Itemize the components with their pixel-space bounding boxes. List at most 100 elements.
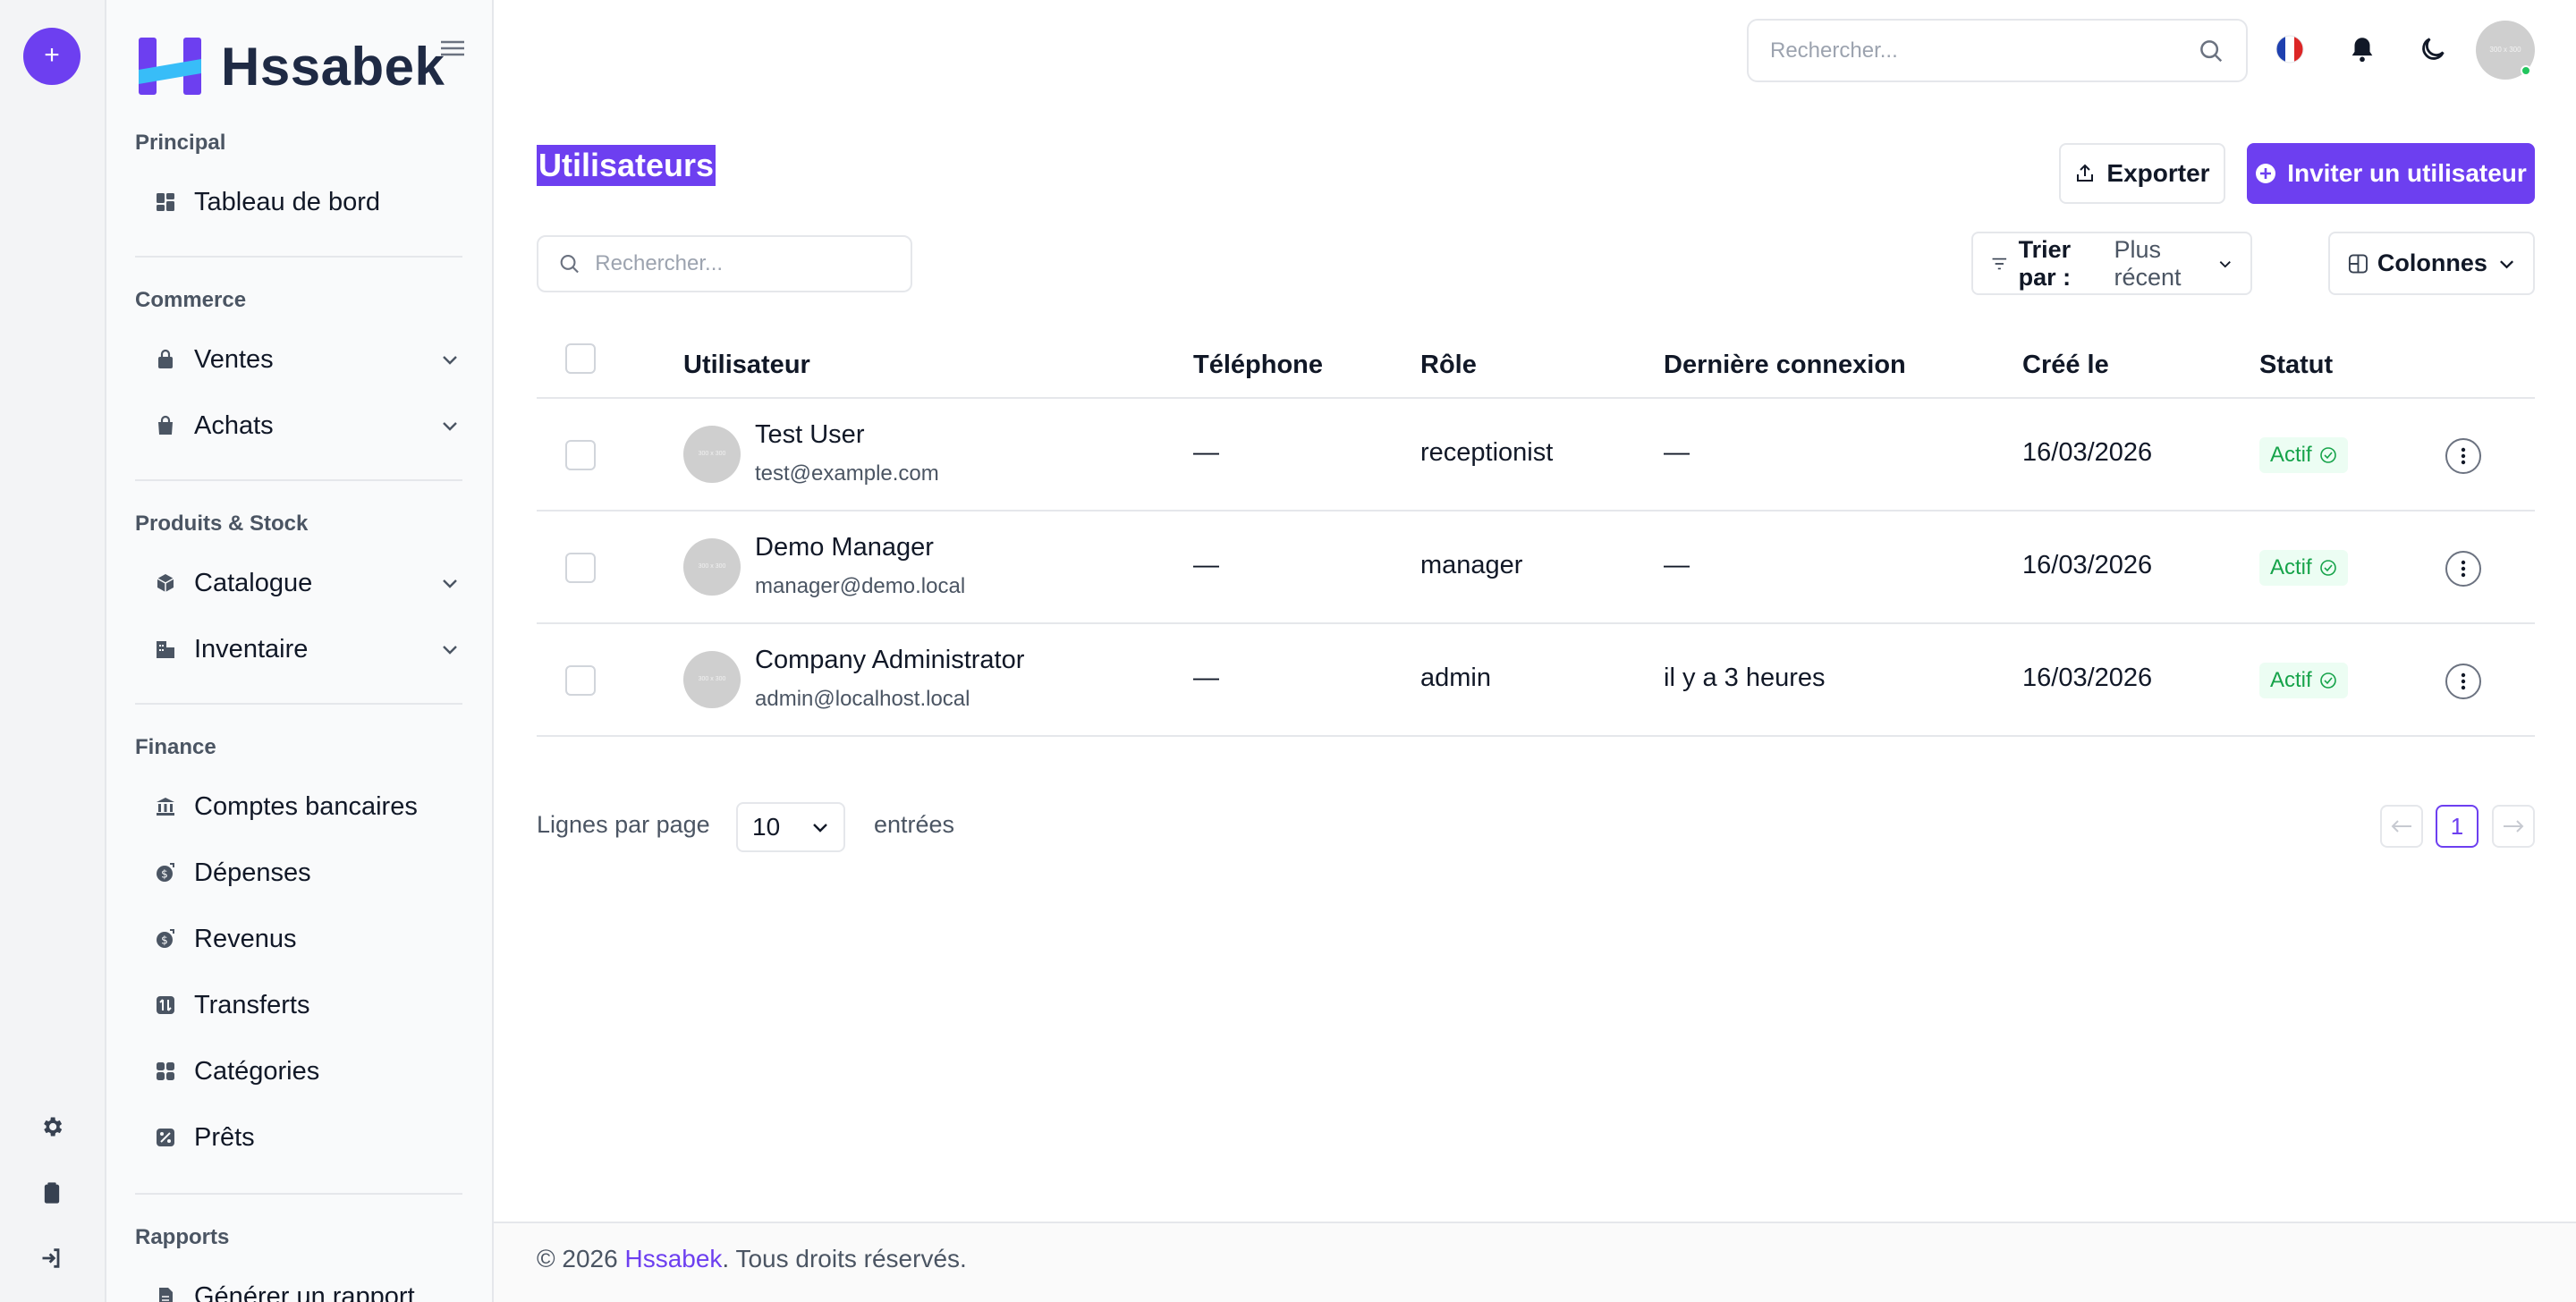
footer: © 2026 Hssabek. Tous droits réservés. <box>494 1222 2576 1302</box>
export-button[interactable]: Exporter <box>2059 143 2225 204</box>
table-row: 300 x 300 Company Administrator admin@lo… <box>537 624 2535 737</box>
french-flag-icon[interactable] <box>2275 34 2305 64</box>
sidebar-item-transferts[interactable]: Transferts <box>155 984 462 1027</box>
row-checkbox[interactable] <box>565 665 596 696</box>
online-status-dot <box>2521 65 2531 76</box>
header-status[interactable]: Statut <box>2259 351 2333 380</box>
logout-icon[interactable] <box>39 1246 64 1271</box>
row-checkbox[interactable] <box>565 440 596 470</box>
bell-icon[interactable] <box>2347 34 2377 64</box>
sidebar-item-label: Générer un rapport <box>194 1281 415 1302</box>
user-created: 16/03/2026 <box>2022 551 2153 579</box>
footer-rights: . Tous droits réservés. <box>722 1245 967 1272</box>
chevron-down-icon <box>443 356 457 365</box>
entries-label: entrées <box>874 811 955 838</box>
rows-per-page-label: Lignes par page <box>537 811 710 838</box>
header-created[interactable]: Créé le <box>2022 351 2109 380</box>
table-header-row: Utilisateur Téléphone Rôle Dernière conn… <box>537 331 2535 399</box>
footer-text: © 2026 Hssabek. Tous droits réservés. <box>537 1245 967 1273</box>
dashboard-icon <box>157 193 174 211</box>
divider <box>135 256 462 258</box>
divider <box>135 1193 462 1195</box>
select-all-checkbox[interactable] <box>565 343 596 374</box>
user-last-login: il y a 3 heures <box>1664 664 1826 692</box>
columns-icon <box>2348 254 2368 273</box>
rows-per-page-select[interactable]: 10 <box>736 802 845 852</box>
row-actions-button[interactable] <box>2445 438 2481 474</box>
svg-text:$: $ <box>161 934 168 947</box>
search-icon <box>2200 39 2223 62</box>
sidebar-item-label: Catalogue <box>194 568 313 597</box>
loan-icon <box>157 1129 174 1146</box>
transfer-icon <box>157 996 174 1014</box>
lock-bag-icon <box>158 349 173 368</box>
sidebar-item-label: Dépenses <box>194 858 311 887</box>
moon-icon[interactable] <box>2418 34 2448 64</box>
user-name[interactable]: Company Administrator <box>755 646 1024 675</box>
user-name[interactable]: Test User <box>755 420 864 450</box>
hamburger-icon[interactable] <box>441 39 464 57</box>
more-vertical-icon <box>2461 672 2466 690</box>
user-role: manager <box>1420 551 1523 579</box>
footer-brand-link[interactable]: Hssabek <box>624 1245 722 1272</box>
global-search-input[interactable]: Rechercher... <box>1747 19 2248 82</box>
user-phone: — <box>1193 664 1219 692</box>
section-produits-stock: Produits & Stock Catalogue Inventaire <box>135 512 462 664</box>
check-circle-icon <box>2319 447 2336 463</box>
section-rapports: Rapports Générer un rapport <box>135 1225 462 1302</box>
sidebar-item-depenses[interactable]: $ Dépenses <box>155 851 462 894</box>
sidebar-item-generer-rapport[interactable]: Générer un rapport <box>155 1275 462 1302</box>
columns-dropdown[interactable]: Colonnes <box>2328 232 2535 295</box>
global-search-placeholder: Rechercher... <box>1770 38 1898 63</box>
sidebar-item-categories[interactable]: Catégories <box>155 1050 462 1093</box>
row-actions-button[interactable] <box>2445 664 2481 699</box>
header-phone[interactable]: Téléphone <box>1193 351 1323 380</box>
prev-page-button[interactable] <box>2380 805 2423 848</box>
brand-logo[interactable]: Hssabek <box>137 32 445 100</box>
page-button-1[interactable]: 1 <box>2436 805 2479 848</box>
gear-icon[interactable] <box>39 1114 64 1139</box>
sort-dropdown[interactable]: Trier par : Plus récent <box>1971 232 2252 295</box>
user-search-field[interactable] <box>537 235 912 292</box>
sidebar-item-revenus[interactable]: $ Revenus <box>155 917 462 960</box>
sidebar-item-catalogue[interactable]: Catalogue <box>155 562 462 604</box>
more-vertical-icon <box>2461 560 2466 578</box>
row-checkbox[interactable] <box>565 553 596 583</box>
header-user[interactable]: Utilisateur <box>683 351 810 380</box>
section-commerce: Commerce Ventes Achats <box>135 288 462 440</box>
sidebar-item-achats[interactable]: Achats <box>155 404 462 447</box>
income-icon: $ <box>157 929 174 948</box>
row-actions-button[interactable] <box>2445 551 2481 587</box>
chevron-down-icon <box>813 824 827 833</box>
shopping-bag-icon <box>158 415 173 435</box>
users-table: Utilisateur Téléphone Rôle Dernière conn… <box>537 331 2535 737</box>
page-title: Utilisateurs <box>537 145 716 186</box>
bank-icon <box>157 798 174 816</box>
user-name[interactable]: Demo Manager <box>755 533 934 562</box>
section-title: Produits & Stock <box>135 512 309 536</box>
section-title: Principal <box>135 131 226 155</box>
arrow-right-icon <box>2504 820 2524 833</box>
header-role[interactable]: Rôle <box>1420 351 1477 380</box>
sidebar-item-ventes[interactable]: Ventes <box>155 338 462 381</box>
footer-copyright: © 2026 <box>537 1245 625 1272</box>
next-page-button[interactable] <box>2492 805 2535 848</box>
sort-label: Trier par : <box>2018 235 2072 291</box>
quick-add-button[interactable]: + <box>23 28 80 85</box>
clipboard-icon[interactable] <box>39 1180 64 1205</box>
invite-user-button[interactable]: Inviter un utilisateur <box>2247 143 2535 204</box>
sidebar-item-prets[interactable]: Prêts <box>155 1116 462 1159</box>
section-title: Commerce <box>135 288 247 312</box>
user-phone: — <box>1193 438 1219 467</box>
section-finance: Finance Comptes bancaires $ Dépenses $ R… <box>135 735 462 1152</box>
divider <box>135 703 462 705</box>
sidebar-item-comptes-bancaires[interactable]: Comptes bancaires <box>155 785 462 828</box>
user-search-input[interactable] <box>595 251 891 276</box>
arrow-left-icon <box>2391 820 2411 833</box>
filter-lines-icon <box>1992 258 2007 269</box>
sidebar-item-dashboard[interactable]: Tableau de bord <box>155 181 462 224</box>
sidebar-item-inventaire[interactable]: Inventaire <box>155 628 462 671</box>
header-last-login[interactable]: Dernière connexion <box>1664 351 1906 380</box>
categories-icon <box>157 1062 174 1080</box>
sidebar-item-label: Comptes bancaires <box>194 791 418 821</box>
